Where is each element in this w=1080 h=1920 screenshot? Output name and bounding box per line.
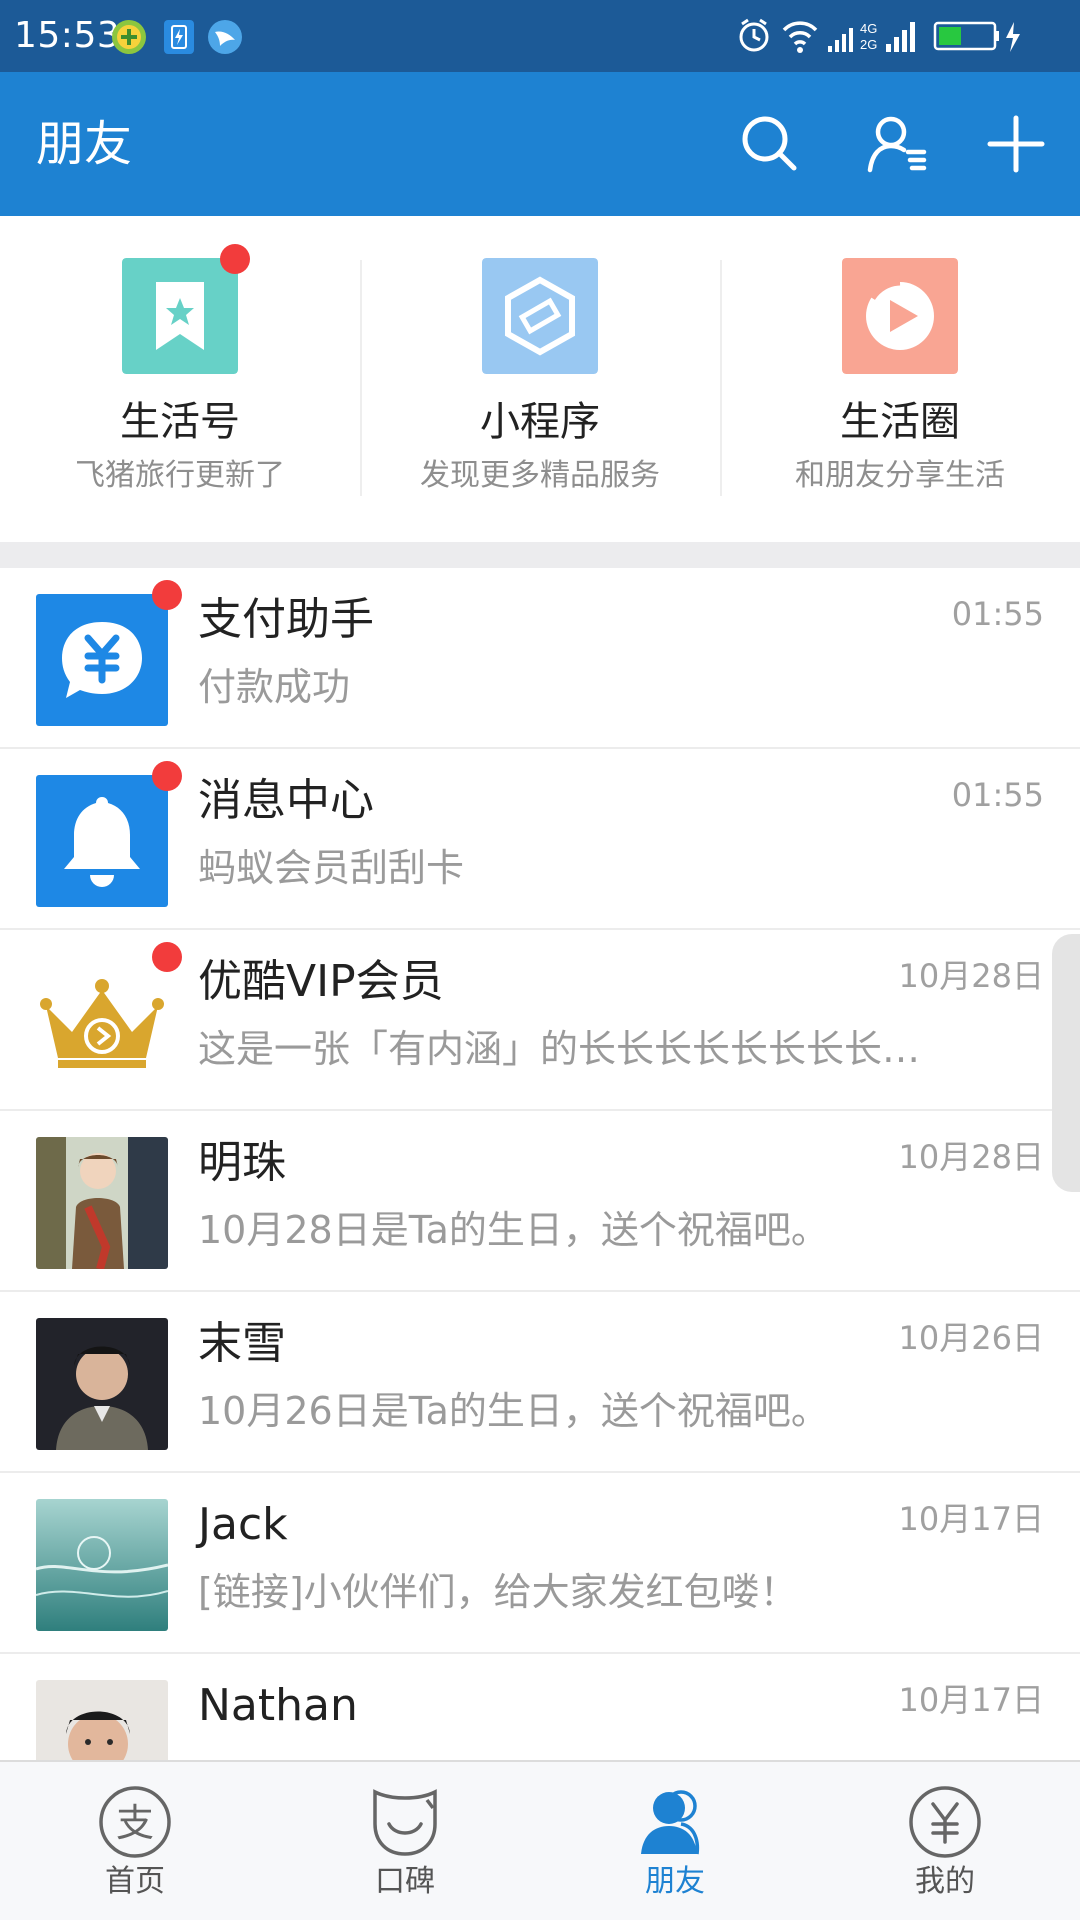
svg-text:支: 支 bbox=[116, 1801, 154, 1845]
conversation-name: 优酷VIP会员 bbox=[198, 956, 444, 1007]
battery-saver-icon bbox=[164, 20, 194, 54]
quick-entry-life-circle[interactable]: 生活圈 和朋友分享生活 bbox=[720, 216, 1080, 542]
badge-dot bbox=[152, 580, 182, 610]
quick-entry-title: 小程序 bbox=[480, 399, 600, 445]
bell-icon bbox=[36, 775, 168, 907]
conversation-time: 10月26日 bbox=[898, 1319, 1044, 1357]
conversation-row[interactable]: Nathan 10月17日 bbox=[0, 1654, 1080, 1760]
battery-icon bbox=[933, 21, 999, 51]
quick-entries: 生活号 飞猪旅行更新了 小程序 发现更多精品服务 生活圈 和朋友分享生活 bbox=[0, 216, 1080, 542]
bottom-tab-bar: 支 首页 口碑 朋友 我的 bbox=[0, 1760, 1080, 1920]
svg-text:2G: 2G bbox=[860, 37, 877, 52]
page-title: 朋友 bbox=[36, 116, 133, 172]
add-icon[interactable] bbox=[984, 112, 1048, 176]
conversation-list: 支付助手 付款成功 01:55 消息中心 蚂蚁会员刮刮卡 01:55 优酷VIP… bbox=[0, 568, 1080, 1760]
conversation-row[interactable]: 支付助手 付款成功 01:55 bbox=[0, 568, 1080, 749]
badge-dot bbox=[152, 761, 182, 791]
quick-entry-mini-program[interactable]: 小程序 发现更多精品服务 bbox=[360, 216, 720, 542]
conversation-row[interactable]: 消息中心 蚂蚁会员刮刮卡 01:55 bbox=[0, 749, 1080, 930]
conversation-row[interactable]: 末雪 10月26日是Ta的生日，送个祝福吧。 10月26日 bbox=[0, 1292, 1080, 1473]
life-circle-icon bbox=[842, 258, 958, 374]
notification-icon bbox=[112, 20, 146, 54]
crown-icon bbox=[36, 956, 168, 1088]
conversation-name: 消息中心 bbox=[198, 775, 374, 826]
tab-label: 我的 bbox=[915, 1864, 975, 1899]
conversation-name: 支付助手 bbox=[198, 594, 374, 645]
conversation-row[interactable]: Jack [链接]小伙伴们，给大家发红包喽！ 10月17日 bbox=[0, 1473, 1080, 1654]
conversation-name: Jack bbox=[198, 1499, 288, 1550]
conversation-time: 10月17日 bbox=[898, 1500, 1044, 1538]
tab-friends[interactable]: 朋友 bbox=[540, 1762, 810, 1920]
bookmark-star-icon bbox=[122, 258, 238, 374]
avatar bbox=[36, 1137, 168, 1269]
home-icon: 支 bbox=[99, 1786, 171, 1858]
search-icon[interactable] bbox=[738, 112, 802, 176]
conversation-time: 10月28日 bbox=[898, 1138, 1044, 1176]
section-gap bbox=[0, 542, 1080, 568]
conversation-name: Nathan bbox=[198, 1680, 358, 1731]
floating-side-handle[interactable] bbox=[1052, 934, 1080, 1192]
badge-dot bbox=[220, 244, 250, 274]
contacts-icon[interactable] bbox=[866, 112, 930, 176]
conversation-name: 末雪 bbox=[198, 1318, 286, 1369]
quick-entry-title: 生活圈 bbox=[840, 399, 960, 445]
conversation-time: 01:55 bbox=[951, 595, 1044, 633]
tab-label: 口碑 bbox=[375, 1864, 435, 1899]
status-bar: 15:53 4G 2G bbox=[0, 0, 1080, 72]
conversation-time: 01:55 bbox=[951, 776, 1044, 814]
conversation-preview: 付款成功 bbox=[198, 665, 351, 709]
alarm-icon bbox=[739, 18, 769, 52]
avatar bbox=[36, 1499, 168, 1631]
quick-entry-subtitle: 飞猪旅行更新了 bbox=[75, 458, 285, 493]
mini-program-icon bbox=[482, 258, 598, 374]
conversation-preview: 10月28日是Ta的生日，送个祝福吧。 bbox=[198, 1208, 829, 1252]
quick-entry-title: 生活号 bbox=[120, 399, 240, 445]
quick-entry-subtitle: 和朋友分享生活 bbox=[795, 458, 1005, 493]
friends-icon bbox=[641, 1790, 700, 1855]
conversation-preview: 10月26日是Ta的生日，送个祝福吧。 bbox=[198, 1389, 829, 1433]
app-header: 朋友 bbox=[0, 72, 1080, 216]
svg-text:4G: 4G bbox=[860, 21, 877, 36]
avatar bbox=[36, 1680, 168, 1760]
conversation-preview: [链接]小伙伴们，给大家发红包喽！ bbox=[198, 1570, 798, 1614]
quick-entry-subtitle: 发现更多精品服务 bbox=[420, 458, 660, 493]
koubei-icon bbox=[373, 1789, 437, 1856]
avatar bbox=[36, 1318, 168, 1450]
signal-icon bbox=[828, 28, 853, 52]
conversation-time: 10月17日 bbox=[898, 1681, 1044, 1719]
bird-icon bbox=[208, 20, 242, 54]
conversation-time: 10月28日 bbox=[898, 957, 1044, 995]
conversation-name: 明珠 bbox=[198, 1137, 286, 1188]
charging-icon bbox=[1006, 22, 1020, 52]
tab-mine[interactable]: 我的 bbox=[810, 1762, 1080, 1920]
conversation-preview: 蚂蚁会员刮刮卡 bbox=[198, 846, 465, 890]
tab-koubei[interactable]: 口碑 bbox=[270, 1762, 540, 1920]
tab-label: 朋友 bbox=[645, 1864, 705, 1899]
tab-home[interactable]: 支 首页 bbox=[0, 1762, 270, 1920]
conversation-preview: 这是一张「有内涵」的长长长长长长长长… bbox=[198, 1027, 921, 1071]
yuan-icon bbox=[909, 1786, 981, 1858]
status-time: 15:53 bbox=[14, 15, 121, 56]
tab-label: 首页 bbox=[105, 1864, 165, 1899]
status-icons: 4G 2G bbox=[739, 18, 1020, 53]
badge-dot bbox=[152, 942, 182, 972]
conversation-row[interactable]: 优酷VIP会员 这是一张「有内涵」的长长长长长长长长… 10月28日 bbox=[0, 930, 1080, 1111]
wifi-icon bbox=[782, 21, 818, 53]
conversation-row[interactable]: 明珠 10月28日是Ta的生日，送个祝福吧。 10月28日 bbox=[0, 1111, 1080, 1292]
payment-assistant-icon bbox=[36, 594, 168, 726]
quick-entry-life-account[interactable]: 生活号 飞猪旅行更新了 bbox=[0, 216, 360, 542]
